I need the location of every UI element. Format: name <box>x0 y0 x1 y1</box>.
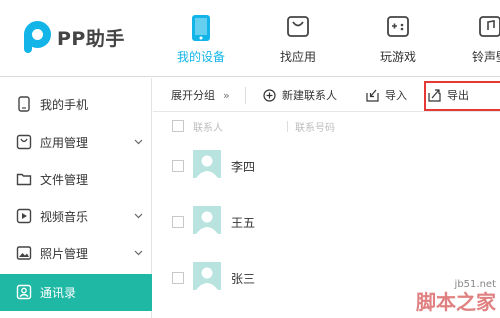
top-bar: PP助手 我的设备 找应用 玩游戏 铃声壁 <box>0 0 500 77</box>
sidebar-item-photo-management[interactable]: 照片管理 <box>0 235 152 272</box>
nav-ringtones[interactable]: 铃声壁 <box>455 0 500 77</box>
export-highlight-box <box>424 81 500 111</box>
contact-checkbox[interactable] <box>172 160 184 172</box>
nav-label: 玩游戏 <box>379 50 416 64</box>
play-icon <box>16 208 32 224</box>
import-button[interactable]: 导入 <box>366 78 407 112</box>
sidebar-item-file-management[interactable]: 文件管理 <box>0 161 152 198</box>
pp-logo-icon <box>24 21 51 53</box>
phone-icon <box>18 96 30 112</box>
contact-row[interactable]: 李四 <box>153 146 500 186</box>
avatar-icon <box>193 150 221 178</box>
toolbar-divider <box>245 87 246 104</box>
contact-name: 李四 <box>231 160 256 174</box>
ringtone-icon <box>479 16 500 37</box>
avatar-icon <box>193 206 221 234</box>
sidebar-item-app-management[interactable]: 应用管理 <box>0 124 152 161</box>
expand-groups-button[interactable]: 展开分组 » <box>171 78 230 112</box>
watermark: jb51.net 脚本之家 <box>416 279 496 314</box>
contact-name: 王五 <box>231 216 256 230</box>
import-icon <box>366 89 379 102</box>
sidebar-item-my-phone[interactable]: 我的手机 <box>0 86 152 123</box>
nav-play-games[interactable]: 玩游戏 <box>363 0 433 77</box>
column-header-phone: 联系号码 <box>295 123 335 134</box>
nav-label: 铃声壁 <box>471 50 500 64</box>
bag-icon <box>16 134 32 150</box>
watermark-url: jb51.net <box>454 279 496 290</box>
nav-my-device[interactable]: 我的设备 <box>166 0 236 77</box>
avatar-icon <box>193 262 221 290</box>
sidebar-item-label: 应用管理 <box>40 136 89 150</box>
contact-checkbox[interactable] <box>172 216 184 228</box>
column-divider <box>287 121 288 132</box>
plus-circle-icon <box>263 88 276 102</box>
nav-label: 我的设备 <box>176 50 225 64</box>
select-all-checkbox[interactable] <box>172 120 184 132</box>
contact-row[interactable]: 王五 <box>153 202 500 242</box>
sidebar-item-label: 通讯录 <box>40 286 77 300</box>
new-contact-label: 新建联系人 <box>282 89 337 102</box>
sidebar-item-label: 我的手机 <box>40 98 89 112</box>
contacts-toolbar: 展开分组 » 新建联系人 导入 导出 <box>153 78 500 112</box>
expand-groups-label: 展开分组 <box>171 89 215 102</box>
image-icon <box>16 246 32 260</box>
chevron-down-icon[interactable] <box>134 211 143 220</box>
chevron-down-icon[interactable] <box>134 248 143 257</box>
sidebar-item-label: 视频音乐 <box>40 210 89 224</box>
sidebar-item-video-music[interactable]: 视频音乐 <box>0 198 152 235</box>
sidebar: 我的手机 应用管理 文件管理 视频音乐 照片管理 通讯录 <box>0 78 152 318</box>
import-label: 导入 <box>385 89 407 102</box>
nav-find-apps[interactable]: 找应用 <box>263 0 333 77</box>
gamepad-icon <box>387 16 409 37</box>
folder-icon <box>16 173 32 186</box>
sidebar-item-label: 文件管理 <box>40 173 89 187</box>
contact-checkbox[interactable] <box>172 272 184 284</box>
new-contact-button[interactable]: 新建联系人 <box>263 78 337 112</box>
watermark-brand: 脚本之家 <box>416 290 496 314</box>
contact-name: 张三 <box>231 272 256 286</box>
sidebar-item-contacts[interactable]: 通讯录 <box>0 274 152 311</box>
contacts-icon <box>16 284 32 300</box>
app-logo[interactable]: PP助手 <box>24 20 125 54</box>
sidebar-item-label: 照片管理 <box>40 247 89 261</box>
contacts-list-header: 联系人 联系号码 <box>153 113 500 140</box>
double-chevron-right-icon: » <box>223 88 230 102</box>
column-header-name: 联系人 <box>193 123 223 134</box>
phone-icon <box>192 15 210 41</box>
nav-label: 找应用 <box>279 50 316 64</box>
bag-icon <box>287 16 309 37</box>
chevron-down-icon[interactable] <box>134 137 143 146</box>
app-logo-text: PP助手 <box>57 27 125 50</box>
